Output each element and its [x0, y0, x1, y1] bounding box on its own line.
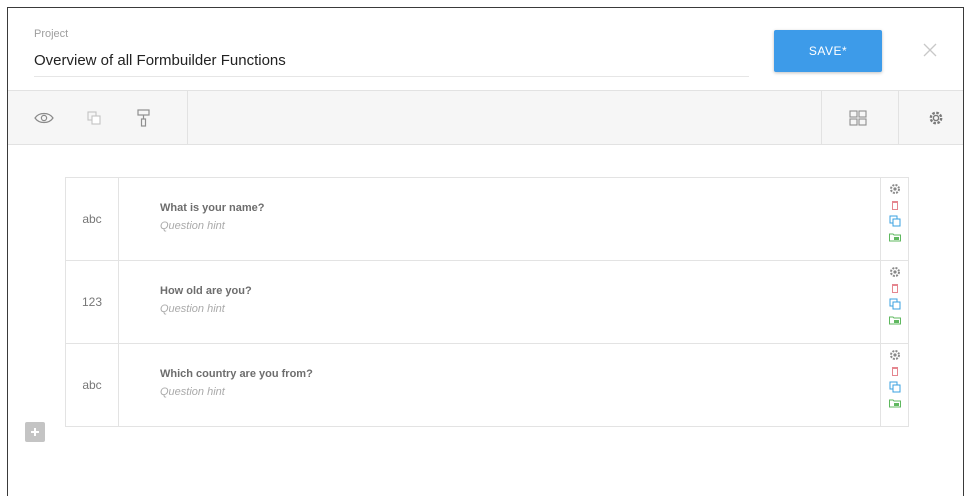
duplicate-icon[interactable] [82, 91, 106, 144]
layout-icon[interactable] [838, 91, 878, 144]
question-title[interactable]: What is your name? [160, 202, 265, 214]
trash-icon[interactable] [888, 364, 902, 378]
toolbar-divider [898, 91, 899, 144]
question-row[interactable]: abc Which country are you from? Question… [65, 343, 909, 427]
eye-icon[interactable] [30, 91, 58, 144]
gear-icon[interactable] [920, 91, 952, 144]
question-type-label: abc [66, 178, 119, 260]
question-row[interactable]: abc What is your name? Question hint [65, 177, 909, 261]
question-title[interactable]: Which country are you from? [160, 368, 313, 380]
question-type-label: 123 [66, 261, 119, 343]
copy-icon[interactable] [888, 297, 902, 311]
toolbar-divider [821, 91, 822, 144]
gear-icon[interactable] [888, 265, 902, 279]
trash-icon[interactable] [888, 198, 902, 212]
question-actions [880, 261, 908, 343]
question-actions [880, 178, 908, 260]
gear-icon[interactable] [888, 348, 902, 362]
question-hint[interactable]: Question hint [160, 303, 225, 315]
project-header: Project Overview of all Formbuilder Func… [8, 8, 963, 90]
folder-icon[interactable] [888, 313, 902, 327]
folder-icon[interactable] [888, 396, 902, 410]
question-hint[interactable]: Question hint [160, 220, 225, 232]
project-name-underline [34, 76, 749, 77]
project-label: Project [34, 28, 69, 40]
brush-icon[interactable] [132, 91, 156, 144]
add-question-button[interactable] [25, 422, 45, 442]
plus-icon [31, 428, 39, 436]
form-builder-window: Project Overview of all Formbuilder Func… [7, 7, 964, 496]
gear-icon[interactable] [888, 182, 902, 196]
question-type-label: abc [66, 344, 119, 426]
question-hint[interactable]: Question hint [160, 386, 225, 398]
copy-icon[interactable] [888, 380, 902, 394]
question-actions [880, 344, 908, 426]
project-name-field[interactable]: Overview of all Formbuilder Functions [34, 52, 286, 69]
folder-icon[interactable] [888, 230, 902, 244]
save-button[interactable]: SAVE* [774, 30, 882, 72]
toolbar-divider [187, 91, 188, 144]
question-list: abc What is your name? Question hint 123… [65, 177, 909, 427]
question-title[interactable]: How old are you? [160, 285, 252, 297]
trash-icon[interactable] [888, 281, 902, 295]
toolbar [8, 90, 963, 145]
question-row[interactable]: 123 How old are you? Question hint [65, 260, 909, 344]
copy-icon[interactable] [888, 214, 902, 228]
close-icon[interactable] [918, 38, 942, 62]
